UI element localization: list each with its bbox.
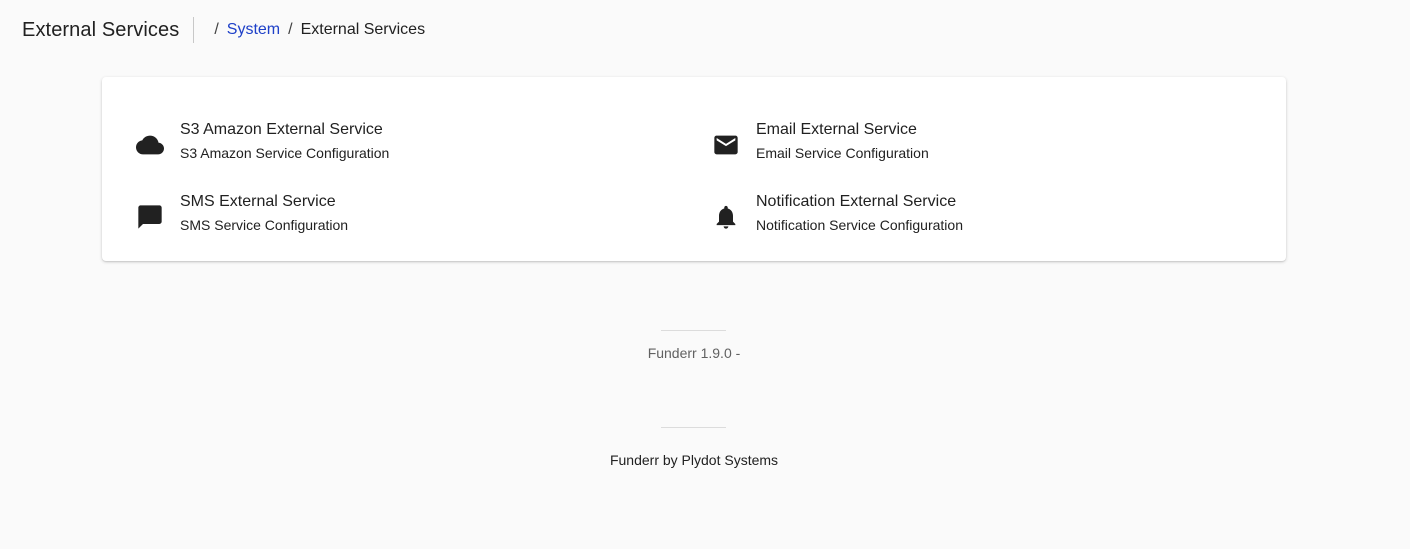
- service-title: Email External Service: [756, 121, 917, 138]
- service-title: S3 Amazon External Service: [180, 121, 383, 138]
- service-subtitle: S3 Amazon Service Configuration: [180, 145, 390, 161]
- service-item-s3[interactable]: S3 Amazon External Service S3 Amazon Ser…: [136, 121, 656, 187]
- footer-divider: [661, 330, 726, 331]
- title-divider: [193, 17, 195, 43]
- footer-credit: Funderr by Plydot Systems: [609, 452, 779, 468]
- email-icon: [712, 131, 740, 159]
- cloud-icon: [136, 131, 164, 159]
- breadcrumb-link-system[interactable]: System: [227, 21, 280, 39]
- breadcrumb-current: External Services: [300, 21, 426, 38]
- service-title: SMS External Service: [180, 193, 336, 210]
- service-item-notification[interactable]: Notification External Service Notificati…: [712, 193, 1232, 259]
- sms-icon: [136, 203, 164, 231]
- service-subtitle: Email Service Configuration: [756, 145, 929, 161]
- top-bar: External Services / System / External Se…: [22, 16, 425, 44]
- services-card: S3 Amazon External Service S3 Amazon Ser…: [102, 77, 1286, 261]
- breadcrumb-separator: /: [288, 21, 293, 38]
- bell-icon: [712, 203, 740, 231]
- service-subtitle: SMS Service Configuration: [180, 217, 349, 233]
- service-subtitle: Notification Service Configuration: [756, 217, 963, 233]
- service-item-sms[interactable]: SMS External Service SMS Service Configu…: [136, 193, 656, 259]
- service-item-email[interactable]: Email External Service Email Service Con…: [712, 121, 1232, 187]
- breadcrumb-separator: /: [214, 21, 219, 38]
- footer-version: Funderr 1.9.0 -: [647, 345, 741, 361]
- page-title: External Services: [22, 18, 180, 41]
- breadcrumb: / System / External Services: [206, 21, 425, 39]
- footer-divider: [661, 427, 726, 428]
- service-title: Notification External Service: [756, 193, 957, 210]
